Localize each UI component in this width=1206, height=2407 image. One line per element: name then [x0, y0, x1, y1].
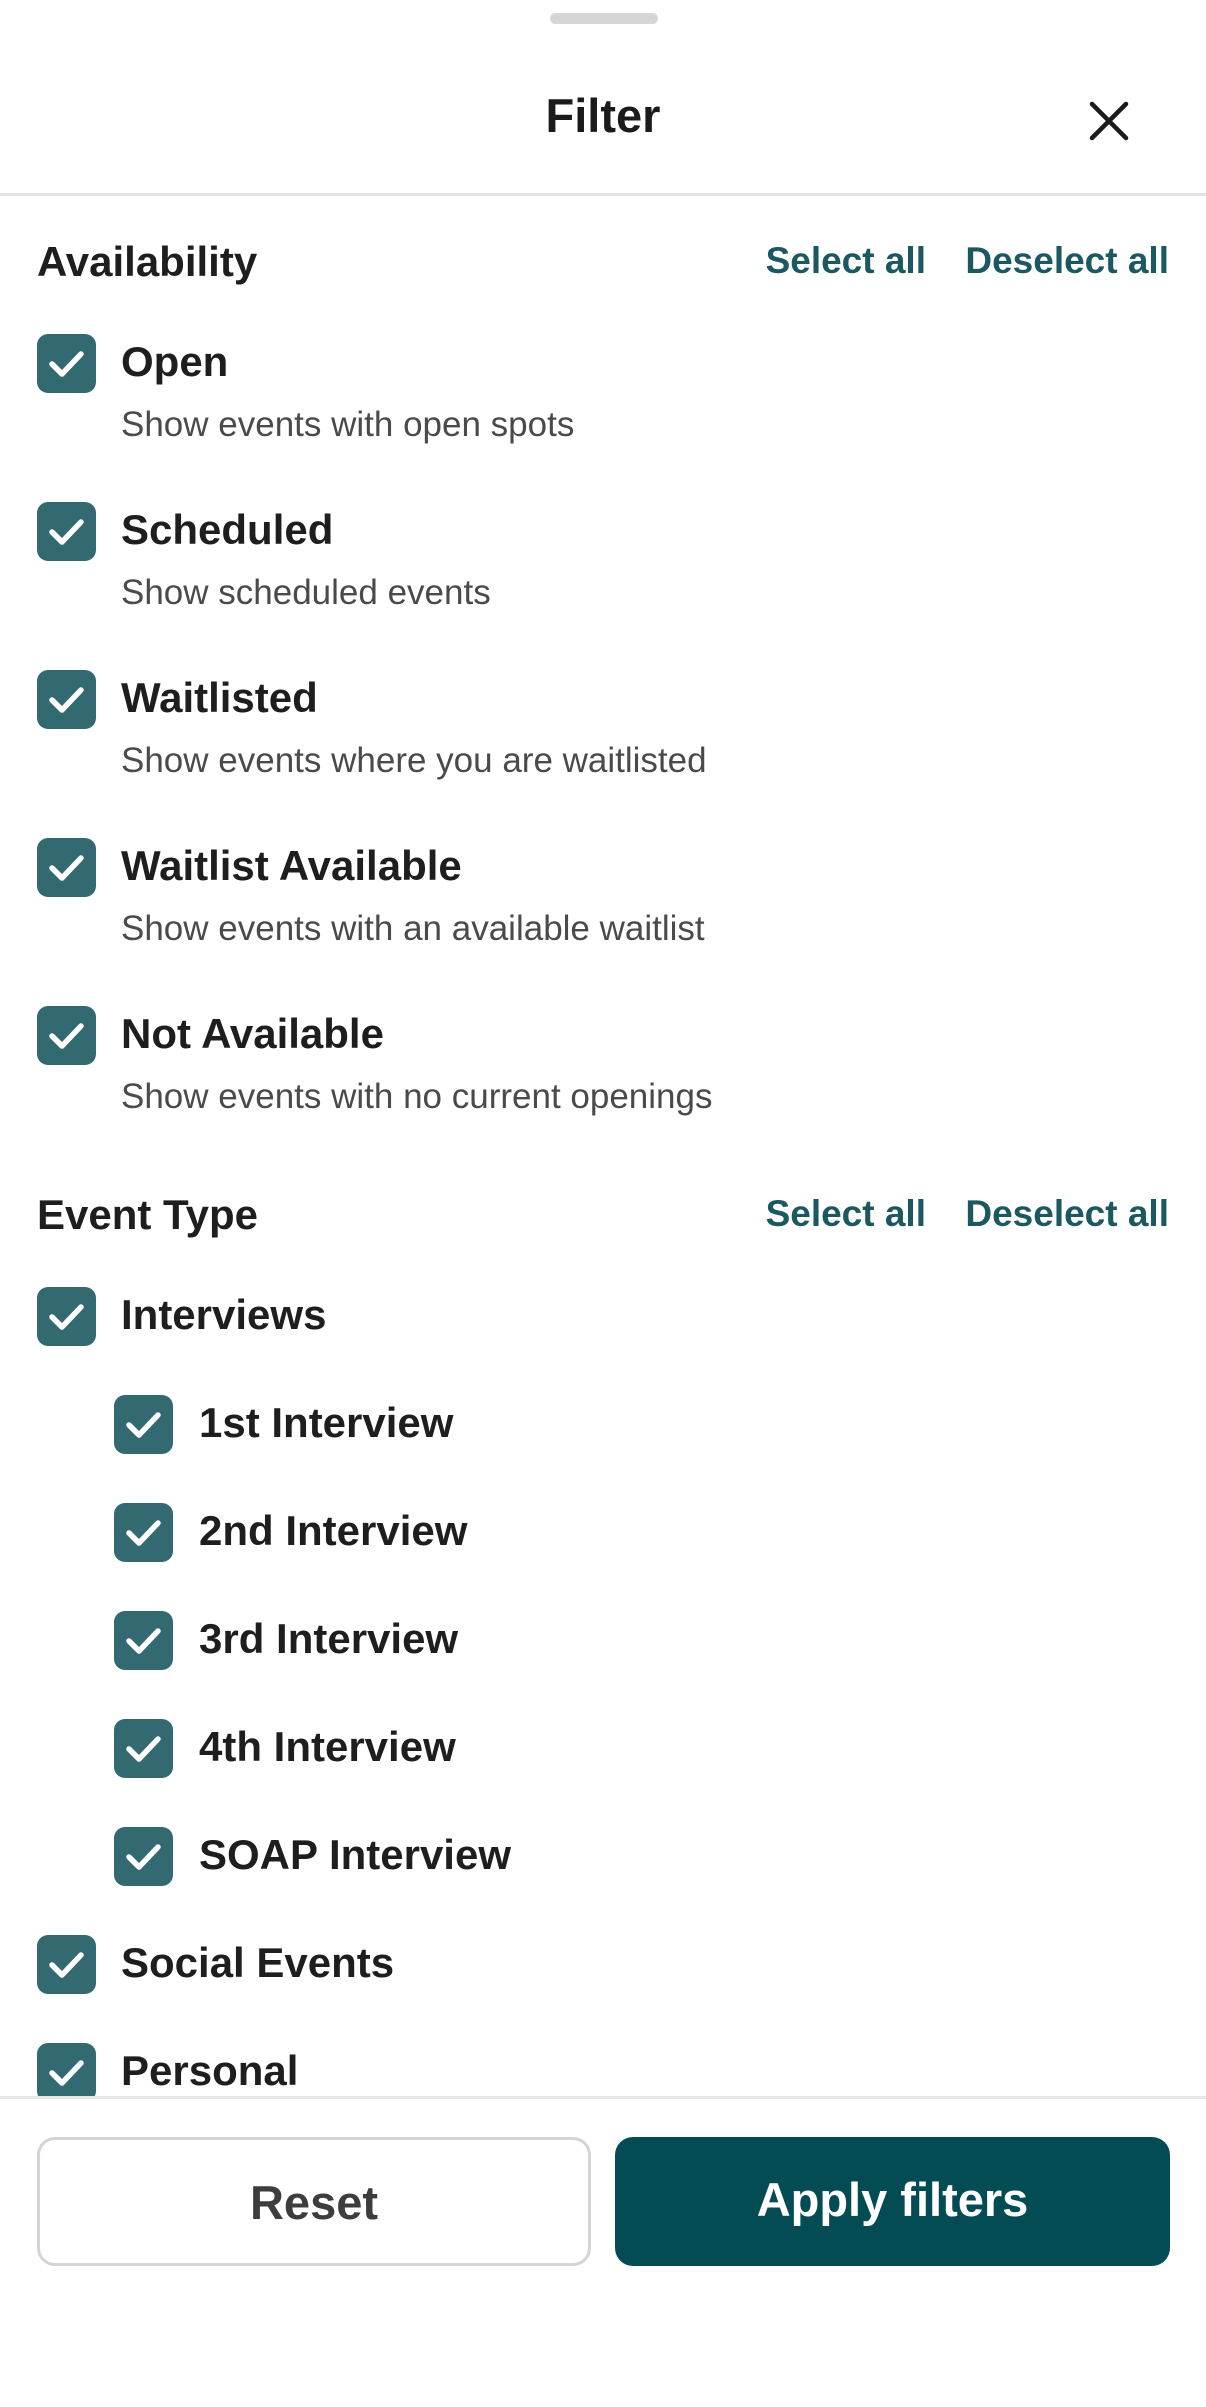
- option-label: SOAP Interview: [199, 1831, 512, 1878]
- event-type-title: Event Type: [37, 1191, 258, 1238]
- footer: Reset Apply filters: [0, 2096, 1206, 2407]
- checkbox-open[interactable]: [37, 334, 96, 393]
- option-label: Waitlisted: [121, 674, 318, 721]
- option-description: Show events with an available waitlist: [121, 909, 705, 948]
- option-label: Interviews: [121, 1291, 327, 1338]
- checkmark-icon: [49, 1952, 84, 1978]
- checkbox-scheduled[interactable]: [37, 502, 96, 561]
- checkbox-1st-interview[interactable]: [114, 1395, 173, 1454]
- option-description: Show events where you are waitlisted: [121, 741, 707, 780]
- checkmark-icon: [49, 1304, 84, 1330]
- option-label: Scheduled: [121, 506, 334, 553]
- option-description: Show scheduled events: [121, 573, 491, 612]
- availability-deselect-all-button[interactable]: Deselect all: [965, 240, 1169, 282]
- filter-sheet: Filter Availability Select all Deselect …: [0, 0, 1206, 2407]
- option-label: Open: [121, 338, 229, 385]
- checkbox-waitlisted[interactable]: [37, 670, 96, 729]
- checkmark-icon: [49, 519, 84, 545]
- option-label: 1st Interview: [199, 1399, 454, 1446]
- checkmark-icon: [126, 1412, 161, 1438]
- checkmark-icon: [49, 351, 84, 377]
- checkmark-icon: [126, 1628, 161, 1654]
- checkbox-2nd-interview[interactable]: [114, 1503, 173, 1562]
- checkbox-4th-interview[interactable]: [114, 1719, 173, 1778]
- checkmark-icon: [126, 1520, 161, 1546]
- checkbox-3rd-interview[interactable]: [114, 1611, 173, 1670]
- checkbox-soap-interview[interactable]: [114, 1827, 173, 1886]
- checkbox-personal[interactable]: [37, 2043, 96, 2096]
- checkbox-social-events[interactable]: [37, 1935, 96, 1994]
- close-icon[interactable]: [1080, 92, 1138, 150]
- option-description: Show events with no current openings: [121, 1077, 713, 1116]
- availability-header: Availability Select all Deselect all: [37, 238, 1169, 298]
- filter-list[interactable]: Availability Select all Deselect all Ope…: [0, 196, 1206, 2096]
- checkbox-not-available[interactable]: [37, 1006, 96, 1065]
- checkmark-icon: [126, 1736, 161, 1762]
- checkmark-icon: [49, 1023, 84, 1049]
- page-title: Filter: [545, 89, 661, 142]
- event-type-header: Event Type Select all Deselect all: [37, 1191, 1169, 1251]
- option-label: Waitlist Available: [121, 842, 462, 889]
- apply-filters-button[interactable]: Apply filters: [615, 2137, 1170, 2266]
- header: Filter: [0, 0, 1206, 196]
- option-label: 2nd Interview: [199, 1507, 468, 1554]
- availability-select-all-button[interactable]: Select all: [766, 240, 926, 282]
- checkbox-waitlist-available[interactable]: [37, 838, 96, 897]
- option-label: Not Available: [121, 1010, 384, 1057]
- option-label: 3rd Interview: [199, 1615, 459, 1662]
- option-label: Personal: [121, 2047, 299, 2094]
- checkmark-icon: [49, 687, 84, 713]
- checkmark-icon: [126, 1844, 161, 1870]
- availability-title: Availability: [37, 238, 258, 285]
- event-type-deselect-all-button[interactable]: Deselect all: [965, 1193, 1169, 1235]
- reset-button[interactable]: Reset: [37, 2137, 591, 2266]
- option-label: 4th Interview: [199, 1723, 456, 1770]
- checkmark-icon: [49, 2060, 84, 2086]
- checkmark-icon: [49, 855, 84, 881]
- option-label: Social Events: [121, 1939, 395, 1986]
- option-description: Show events with open spots: [121, 405, 575, 444]
- checkbox-interviews[interactable]: [37, 1287, 96, 1346]
- event-type-select-all-button[interactable]: Select all: [766, 1193, 926, 1235]
